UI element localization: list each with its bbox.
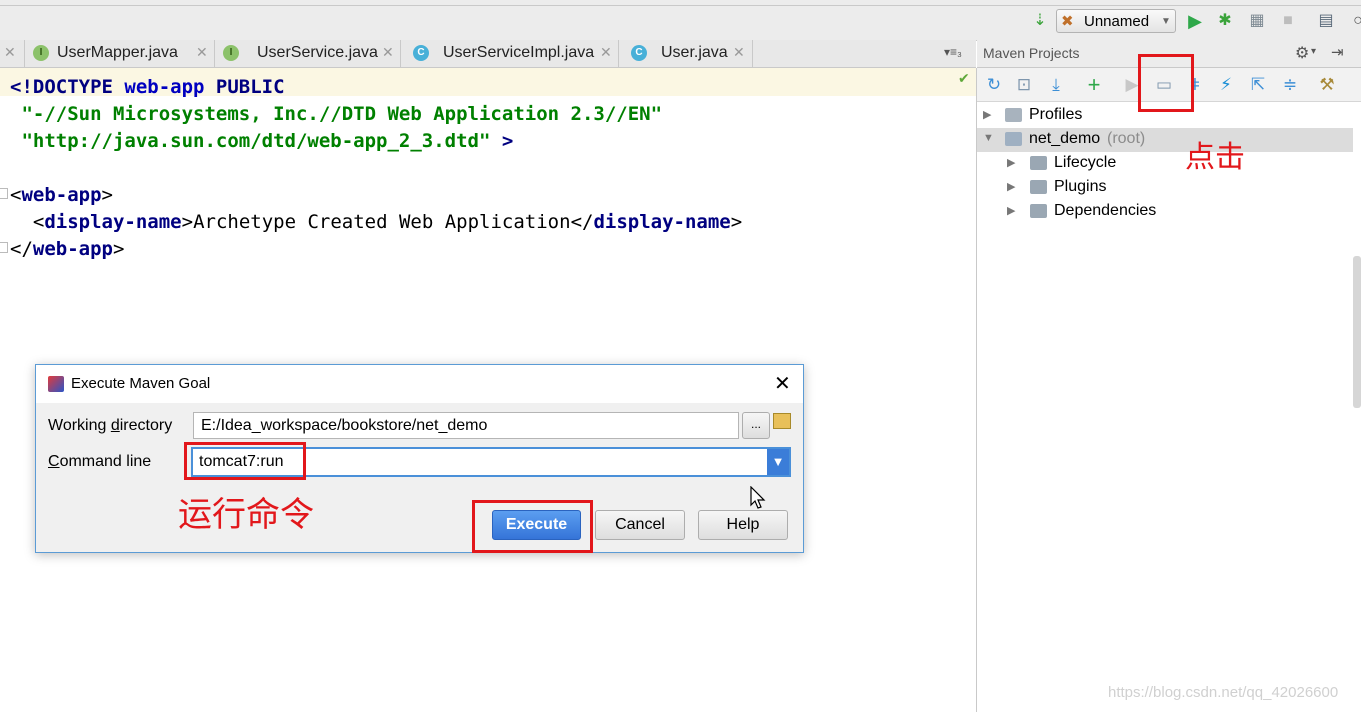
tree-item-plugins[interactable]: ▶ Plugins [977, 176, 1353, 200]
maven-module-icon [1005, 132, 1022, 146]
main-toolbar: ⇣ ✖ Unnamed ▼ ▶ ✱ ▦ ■ ▤ ○ [0, 0, 1361, 41]
hide-panel-icon[interactable]: ⇥ [1331, 43, 1344, 61]
annotation-box-command [184, 442, 306, 480]
tab-label: User.java [661, 44, 728, 61]
chevron-right-icon[interactable]: ▶ [1007, 204, 1015, 217]
folder-icon[interactable] [773, 413, 791, 429]
structure-icon[interactable]: ▤ [1316, 11, 1336, 31]
chevron-right-icon[interactable]: ▶ [1007, 180, 1015, 193]
close-icon[interactable]: ✕ [733, 44, 745, 61]
show-dependencies-icon[interactable]: ⇱ [1247, 74, 1269, 96]
check-icon: ✔ [958, 70, 970, 86]
fold-marker-icon[interactable] [0, 188, 8, 199]
tree-item-suffix: (root) [1107, 130, 1146, 147]
tab-label: UserService.java [257, 44, 378, 61]
watermark: https://blog.csdn.net/qq_42026600 [1108, 684, 1339, 701]
add-icon[interactable]: + [1083, 74, 1105, 96]
close-icon[interactable]: ✕ [774, 371, 791, 396]
chevron-down-icon[interactable]: ▼ [767, 449, 789, 475]
working-directory-label: Working directory [48, 417, 173, 434]
interface-icon: I [33, 45, 49, 61]
tree-item-net-demo[interactable]: ▼ net_demo (root) [977, 128, 1353, 152]
class-icon: C [413, 45, 429, 61]
tab-userservice[interactable]: I UserService.java ✕ [215, 40, 401, 67]
command-line-label: Command line [48, 453, 152, 470]
tab-user[interactable]: C User.java ✕ [619, 40, 753, 67]
close-icon[interactable]: ✕ [382, 44, 394, 61]
help-button[interactable]: Help [698, 510, 788, 540]
coverage-icon[interactable]: ▦ [1247, 11, 1267, 31]
code-line-5: <web-app> [10, 184, 113, 206]
generate-sources-icon[interactable]: ⊡ [1013, 74, 1035, 96]
execute-maven-goal-dialog: Execute Maven Goal ✕ Working directory E… [35, 364, 804, 553]
search-icon[interactable]: ○ [1348, 11, 1361, 31]
tree-item-lifecycle[interactable]: ▶ Lifecycle [977, 152, 1353, 176]
tree-item-label: Dependencies [1054, 202, 1157, 219]
tab-label: UserServiceImpl.java [443, 44, 595, 61]
browse-button[interactable]: ... [742, 412, 770, 439]
dialog-titlebar[interactable]: Execute Maven Goal ✕ [36, 365, 803, 403]
tree-item-label: Profiles [1029, 106, 1083, 123]
maven-run-config-icon: ✖ [1061, 13, 1074, 30]
code-line-7: </web-app> [10, 238, 125, 260]
tree-item-label: Plugins [1054, 178, 1107, 195]
code-line-1: <!DOCTYPE web-app PUBLIC [10, 76, 285, 98]
interface-icon: I [223, 45, 239, 61]
editor-tab-bar: ✕ I UserMapper.java ✕ I UserService.java… [0, 40, 976, 68]
collapse-all-icon[interactable]: ≑ [1279, 74, 1301, 96]
gear-icon[interactable]: ⚙ [1295, 43, 1309, 63]
tab-usermapper[interactable]: I UserMapper.java ✕ [25, 40, 215, 67]
code-line-2: "-//Sun Microsystems, Inc.//DTD Web Appl… [10, 103, 663, 125]
fold-marker-icon[interactable] [0, 242, 8, 253]
annotation-run-command-note: 运行命令 [178, 495, 314, 535]
dialog-title: Execute Maven Goal [71, 375, 211, 392]
chevron-down-icon[interactable]: ▼ [983, 132, 994, 144]
tab-overflow-close[interactable]: ✕ [0, 40, 25, 67]
tab-userserviceimpl[interactable]: C UserServiceImpl.java ✕ [401, 40, 619, 67]
tabs-menu-icon[interactable]: ▾≡₃ [944, 45, 962, 59]
reimport-icon[interactable]: ↻ [983, 74, 1005, 96]
maven-settings-icon[interactable]: ⚒ [1316, 74, 1338, 96]
class-icon: C [631, 45, 647, 61]
mouse-cursor-icon [750, 486, 766, 509]
tree-item-label: Lifecycle [1054, 154, 1117, 171]
chevron-down-icon: ▼ [1161, 16, 1171, 27]
lifecycle-icon [1030, 156, 1047, 170]
cancel-button[interactable]: Cancel [595, 510, 685, 540]
plugins-icon [1030, 180, 1047, 194]
maven-panel-title: Maven Projects [983, 45, 1080, 61]
working-directory-field[interactable]: E:/Idea_workspace/bookstore/net_demo [193, 412, 739, 439]
code-line-6: <display-name>Archetype Created Web Appl… [10, 211, 743, 233]
stop-icon[interactable]: ■ [1278, 11, 1298, 31]
maven-scrollbar[interactable] [1353, 256, 1361, 408]
intellij-logo-icon [48, 376, 64, 392]
annotation-box-execute-goal [1138, 54, 1194, 112]
debug-icon[interactable]: ✱ [1215, 11, 1235, 31]
close-icon[interactable]: ✕ [600, 44, 612, 61]
close-icon[interactable]: ✕ [196, 44, 208, 61]
close-icon[interactable]: ✕ [4, 44, 16, 61]
chevron-down-icon[interactable]: ▾ [1311, 46, 1316, 57]
annotation-click-note: 点击 [1185, 140, 1245, 175]
tree-item-dependencies[interactable]: ▶ Dependencies [977, 200, 1353, 224]
tree-item-label: net_demo [1029, 130, 1101, 147]
dependencies-icon [1030, 204, 1047, 218]
chevron-right-icon[interactable]: ▶ [983, 108, 991, 121]
maven-projects-panel: Maven Projects ⚙ ▾ ⇥ ↻ ⊡ ⤓ + ▶ ▭ ǂ ⚡ ⇱ ≑… [977, 40, 1361, 712]
run-config-selector[interactable]: ✖ Unnamed ▼ [1056, 9, 1176, 33]
annotation-box-execute [472, 500, 593, 553]
chevron-right-icon[interactable]: ▶ [1007, 156, 1015, 169]
tab-label: UserMapper.java [57, 44, 178, 61]
download-icon[interactable]: ⤓ [1045, 74, 1067, 96]
run-icon[interactable]: ▶ [1185, 11, 1205, 31]
skip-tests-icon[interactable]: ⚡ [1215, 74, 1237, 96]
run-config-label: Unnamed [1084, 13, 1150, 30]
sort-icon[interactable]: ⇣ [1030, 11, 1050, 31]
code-line-3: "http://java.sun.com/dtd/web-app_2_3.dtd… [10, 130, 514, 152]
toolbar-divider [0, 5, 1361, 6]
folder-icon [1005, 108, 1022, 122]
